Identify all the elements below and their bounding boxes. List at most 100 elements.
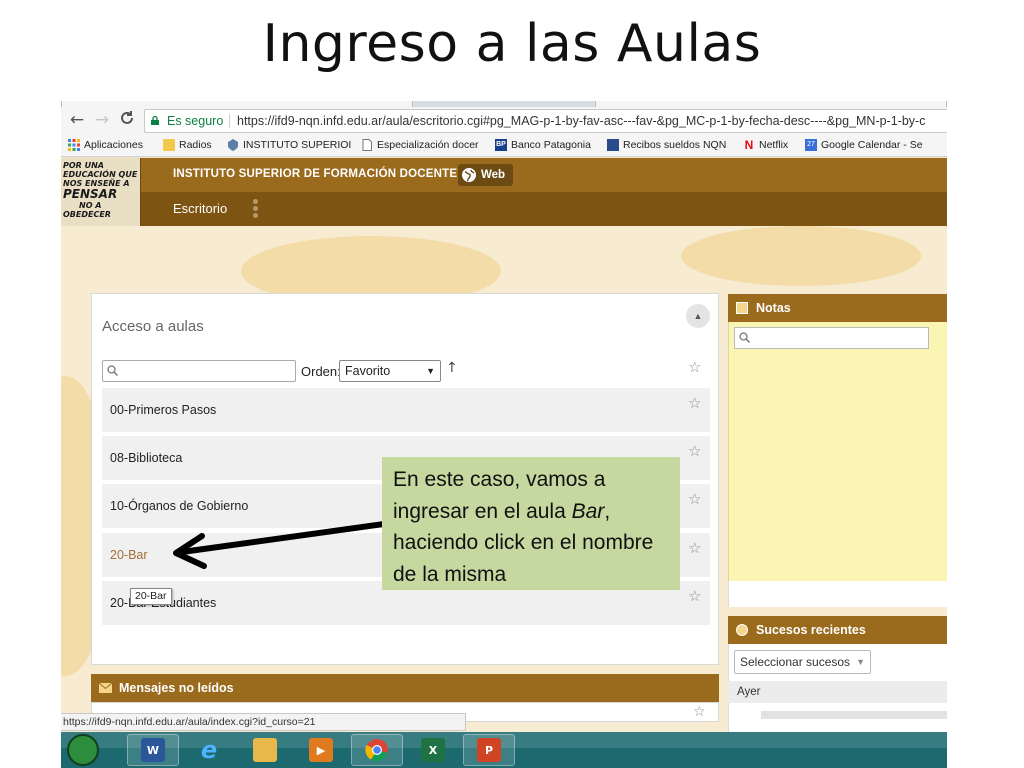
web-button[interactable]: Web: [458, 164, 514, 186]
link-tooltip: 20-Bar: [130, 588, 172, 605]
suceso-item[interactable]: [761, 711, 947, 719]
status-url: https://ifd9-nqn.infd.edu.ar/aula/index.…: [61, 713, 466, 731]
shield-icon: [228, 139, 238, 151]
course-link[interactable]: 10-Órganos de Gobierno: [110, 499, 248, 513]
lock-icon: [151, 116, 159, 125]
taskbar-chrome[interactable]: [351, 734, 403, 766]
sucesos-title: Sucesos recientes: [756, 623, 866, 637]
notas-body: [728, 322, 947, 607]
course-link-bar[interactable]: 20-Bar: [110, 548, 148, 562]
star-icon[interactable]: ☆: [688, 490, 701, 508]
secure-label: Es seguro: [167, 114, 224, 128]
bookmark-label: Google Calendar - Se: [821, 139, 923, 151]
bookmark-banco-patagonia[interactable]: BP Banco Patagonia: [495, 139, 591, 151]
chrome-icon: [365, 739, 388, 762]
taskbar-powerpoint[interactable]: P: [463, 734, 515, 766]
bookmark-label: Aplicaciones: [84, 139, 143, 151]
site-header: INSTITUTO SUPERIOR DE FORMACIÓN DOCENTE …: [61, 158, 947, 192]
omnibox-separator: [229, 114, 230, 128]
institute-logo: POR UNA EDUCACIÓN QUE NOS ENSEÑE A PENSA…: [61, 158, 141, 226]
panel-title: Acceso a aulas: [102, 318, 204, 335]
orden-value: Favorito: [345, 364, 391, 378]
background-decor: [681, 226, 921, 286]
taskbar-explorer[interactable]: [239, 734, 291, 766]
bookmark-label: Banco Patagonia: [511, 139, 591, 151]
star-icon[interactable]: ☆: [693, 704, 706, 720]
globe-icon: [462, 168, 476, 182]
ayer-group-label: Ayer: [728, 681, 947, 703]
star-icon[interactable]: ☆: [688, 394, 701, 412]
recibos-icon: [607, 139, 619, 151]
notas-title: Notas: [756, 301, 791, 315]
powerpoint-icon: P: [477, 738, 501, 762]
reload-button[interactable]: [117, 110, 137, 130]
star-icon[interactable]: ☆: [688, 587, 701, 605]
bp-icon: BP: [495, 139, 507, 151]
notas-search-input[interactable]: [734, 327, 929, 349]
more-menu-icon[interactable]: [251, 198, 259, 220]
notas-footer: [728, 581, 947, 607]
web-label: Web: [481, 169, 506, 181]
taskbar-media-player[interactable]: ▶: [295, 734, 347, 766]
orden-label: Orden:: [301, 364, 341, 379]
nav-escritorio[interactable]: Escritorio: [173, 201, 227, 216]
start-button-icon[interactable]: [67, 734, 99, 766]
institution-name: INSTITUTO SUPERIOR DE FORMACIÓN DOCENTE …: [173, 168, 484, 180]
aulas-search-input[interactable]: [102, 360, 296, 382]
course-link[interactable]: 08-Biblioteca: [110, 451, 182, 465]
clock-icon: [736, 624, 748, 636]
browser-screenshot: ← → Es seguro https://ifd9-nqn.infd.edu.…: [61, 101, 947, 768]
back-button[interactable]: ←: [67, 110, 87, 130]
address-bar[interactable]: Es seguro https://ifd9-nqn.infd.edu.ar/a…: [144, 109, 947, 133]
notes-icon: [736, 302, 748, 314]
bookmark-label: Radios: [179, 139, 212, 151]
chevron-down-icon: ▼: [426, 366, 435, 376]
word-icon: W: [141, 738, 165, 762]
taskbar-ie[interactable]: e: [183, 734, 235, 766]
excel-icon: X: [421, 738, 445, 762]
forward-button[interactable]: →: [92, 110, 112, 130]
logo-line: PENSAR: [63, 187, 118, 201]
calendar-icon: 27: [805, 139, 817, 151]
logo-line: NO A: [79, 201, 102, 210]
notas-header: Notas: [728, 294, 947, 322]
bookmark-radios[interactable]: Radios: [163, 139, 212, 151]
callout-emphasis: Bar: [571, 499, 605, 523]
reload-icon: [121, 111, 133, 124]
logo-line: EDUCACIÓN QUE: [63, 170, 138, 179]
collapse-button[interactable]: ▲: [686, 304, 710, 328]
star-icon[interactable]: ☆: [688, 442, 701, 460]
netflix-icon: N: [744, 138, 754, 152]
instruction-callout: En este caso, vamos a ingresar en el aul…: [382, 457, 680, 590]
slide-title: Ingreso a las Aulas: [262, 14, 762, 74]
url-text[interactable]: https://ifd9-nqn.infd.edu.ar/aula/escrit…: [237, 110, 925, 132]
bookmark-label: INSTITUTO SUPERIOI: [243, 139, 352, 151]
bookmark-recibos[interactable]: Recibos sueldos NQN: [607, 139, 726, 151]
site-nav: Escritorio: [61, 192, 947, 226]
bookmark-netflix[interactable]: N Netflix: [743, 138, 789, 152]
course-link[interactable]: 00-Primeros Pasos: [110, 403, 216, 417]
star-icon[interactable]: ☆: [688, 539, 701, 557]
taskbar: W e ▶ X P: [61, 732, 947, 768]
bookmark-label: Especialización docer: [377, 139, 479, 151]
chevron-down-icon: ▼: [856, 657, 865, 667]
envelope-icon: [99, 683, 112, 693]
orden-select[interactable]: Favorito ▼: [339, 360, 441, 382]
page-icon: [362, 139, 372, 151]
sucesos-select[interactable]: Seleccionar sucesos ▼: [734, 650, 871, 674]
bookmark-instituto[interactable]: INSTITUTO SUPERIOI: [227, 139, 351, 151]
mensajes-header: Mensajes no leídos: [91, 674, 719, 702]
logo-line: POR UNA: [63, 161, 104, 170]
bookmark-especializacion[interactable]: Especialización docer: [361, 139, 479, 151]
logo-line: OBEDECER: [63, 210, 111, 219]
sort-direction-icon[interactable]: ↑: [446, 360, 458, 376]
bookmark-aplicaciones[interactable]: Aplicaciones: [68, 139, 143, 151]
sucesos-select-value: Seleccionar sucesos: [740, 655, 851, 669]
course-row[interactable]: 00-Primeros Pasos ☆: [102, 388, 710, 432]
taskbar-excel[interactable]: X: [407, 734, 459, 766]
bookmark-google-calendar[interactable]: 27 Google Calendar - Se: [805, 139, 923, 151]
taskbar-word[interactable]: W: [127, 734, 179, 766]
favorites-star-icon[interactable]: ☆: [688, 358, 701, 376]
ie-icon: e: [200, 736, 218, 764]
media-player-icon: ▶: [309, 738, 333, 762]
